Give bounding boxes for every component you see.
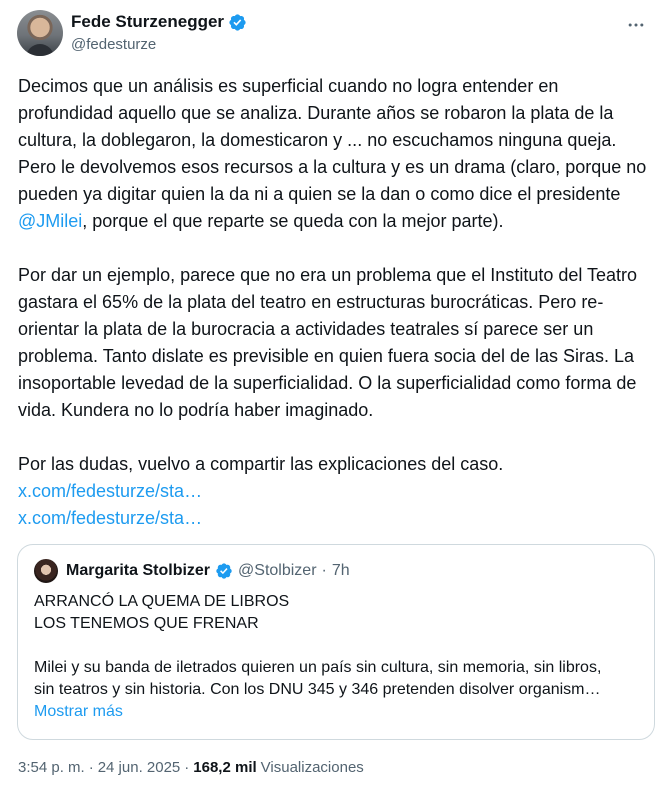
quoted-body-line-2: sin teatros y sin historia. Con los DNU …	[34, 681, 601, 698]
quoted-header: Margarita Stolbizer @Stolbizer · 7h	[34, 559, 350, 583]
tweet-link-2[interactable]: x.com/fedesturze/sta…	[18, 505, 658, 532]
verified-badge-icon	[229, 13, 246, 31]
tweet-text: Decimos que un análisis es superficial c…	[18, 76, 647, 204]
verified-badge-icon	[216, 563, 232, 579]
quoted-time[interactable]: 7h	[332, 562, 350, 580]
show-more-link[interactable]: Mostrar más	[34, 701, 646, 723]
quoted-body-line-1: Milei y su banda de iletrados quieren un…	[34, 659, 602, 676]
tweet-card: Fede Sturzenegger @fedesturze Decimos qu…	[0, 0, 671, 790]
quoted-author-handle[interactable]: @Stolbizer	[238, 562, 317, 580]
quoted-line-1: ARRANCÓ LA QUEMA DE LIBROS	[34, 593, 290, 610]
quoted-separator: ·	[321, 562, 327, 579]
author-name-row: Fede Sturzenegger	[71, 12, 247, 32]
author-avatar[interactable]	[17, 10, 63, 56]
views-label: Visualizaciones	[260, 759, 364, 776]
tweet-paragraph-1: Decimos que un análisis es superficial c…	[18, 73, 658, 235]
tweet-paragraph-2: Por dar un ejemplo, parece que no era un…	[18, 265, 638, 420]
mention-link[interactable]: @JMilei	[18, 211, 82, 231]
quoted-author-avatar[interactable]	[34, 559, 58, 583]
meta-separator: ·	[88, 759, 94, 776]
more-options-icon[interactable]	[623, 12, 649, 38]
tweet-date[interactable]: 24 jun. 2025	[98, 759, 181, 776]
tweet-paragraph-3: Por las dudas, vuelvo a compartir las ex…	[18, 454, 504, 474]
tweet-body: Decimos que un análisis es superficial c…	[18, 73, 658, 532]
meta-separator: ·	[184, 759, 190, 776]
tweet-text: , porque el que reparte se queda con la …	[82, 211, 504, 231]
tweet-link-1[interactable]: x.com/fedesturze/sta…	[18, 478, 658, 505]
quoted-text: ARRANCÓ LA QUEMA DE LIBROS LOS TENEMOS Q…	[34, 591, 646, 723]
author-handle[interactable]: @fedesturze	[71, 36, 156, 53]
quoted-tweet[interactable]: Margarita Stolbizer @Stolbizer · 7h ARRA…	[17, 544, 655, 740]
tweet-header: Fede Sturzenegger @fedesturze	[17, 10, 661, 58]
quoted-author-name[interactable]: Margarita Stolbizer	[66, 562, 210, 580]
quoted-line-2: LOS TENEMOS QUE FRENAR	[34, 615, 259, 632]
tweet-meta: 3:54 p. m. · 24 jun. 2025 · 168,2 mil Vi…	[18, 759, 364, 776]
views-count: 168,2 mil	[193, 759, 257, 776]
tweet-time[interactable]: 3:54 p. m.	[18, 759, 85, 776]
author-display-name[interactable]: Fede Sturzenegger	[71, 12, 224, 32]
